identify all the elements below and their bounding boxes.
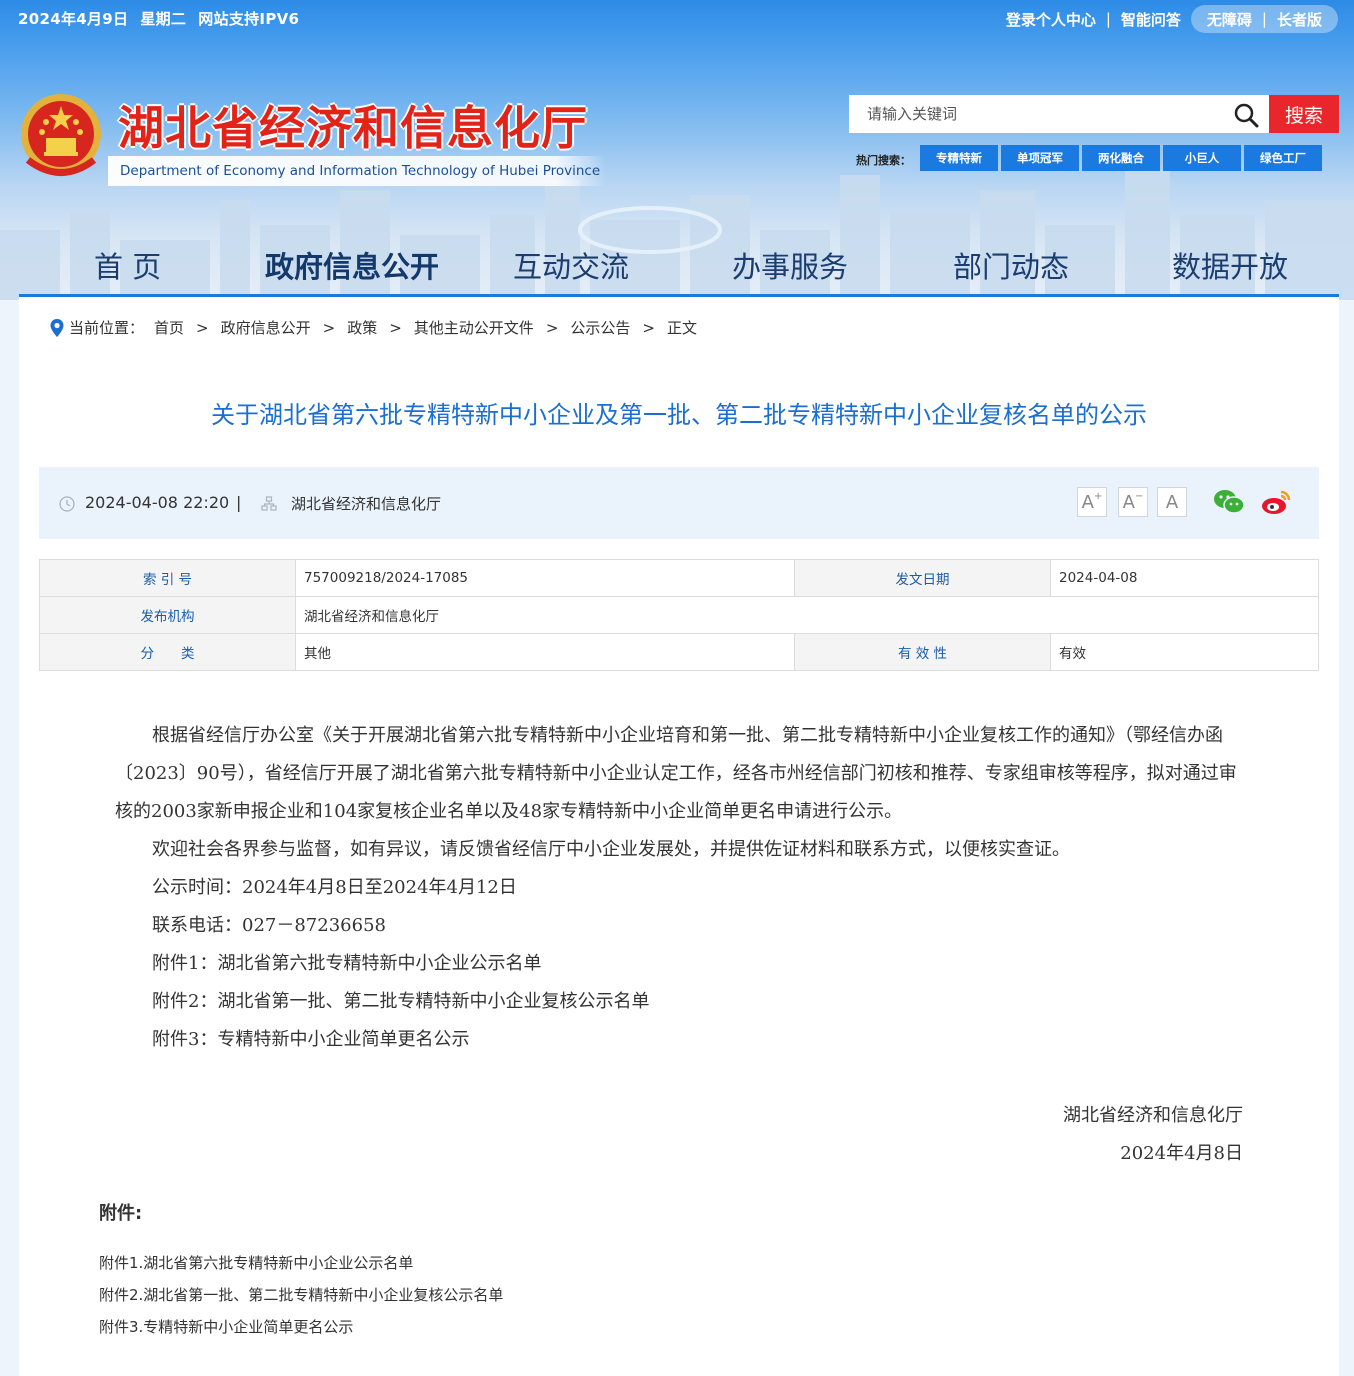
table-row: 索 引 号 757009218/2024-17085 发文日期 2024-04-… (39, 559, 1319, 597)
breadcrumb-notices[interactable]: 公示公告 (570, 317, 630, 338)
search-button[interactable]: 搜索 (1269, 95, 1339, 133)
wechat-share-icon[interactable] (1212, 485, 1246, 519)
body-paragraph: 联系电话：027－87236658 (152, 915, 386, 936)
divider: | (1261, 10, 1267, 28)
plus-icon: + (1093, 490, 1103, 502)
publisher-value: 湖北省经济和信息化厅 (295, 596, 1319, 634)
breadcrumb-label: 当前位置： (69, 319, 145, 337)
nav-services[interactable]: 办事服务 (732, 244, 848, 286)
font-increase-button[interactable]: A + (1077, 487, 1107, 517)
index-label: 索 引 号 (39, 559, 296, 597)
nav-interaction[interactable]: 互动交流 (513, 244, 629, 286)
index-value: 757009218/2024-17085 (295, 559, 795, 597)
category-label: 分 类 (39, 633, 296, 671)
site-subtitle: Department of Economy and Information Te… (120, 163, 601, 179)
weibo-share-icon[interactable] (1259, 485, 1293, 519)
publish-source: 湖北省经济和信息化厅 (291, 495, 442, 513)
ipv6-notice: 网站支持IPV6 (198, 10, 300, 28)
document-info-table: 索 引 号 757009218/2024-17085 发文日期 2024-04-… (39, 559, 1319, 671)
organization-icon (261, 496, 277, 511)
breadcrumb-other-files[interactable]: 其他主动公开文件 (414, 317, 534, 338)
breadcrumb-separator: > (196, 318, 209, 337)
signature-date: 2024年4月8日 (1120, 1143, 1243, 1164)
breadcrumb: 当前位置： 首页 > 政府信息公开 > 政策 > 其他主动公开文件 > 公示公告… (49, 317, 697, 338)
nav-open-data[interactable]: 数据开放 (1172, 244, 1288, 286)
breadcrumb-home[interactable]: 首页 (154, 317, 184, 338)
divider: | (236, 493, 242, 512)
main-content: 当前位置： 首页 > 政府信息公开 > 政策 > 其他主动公开文件 > 公示公告… (19, 297, 1339, 1376)
body-paragraph: 附件3：专精特新中小企业简单更名公示 (152, 1029, 470, 1050)
category-value: 其他 (295, 633, 795, 671)
breadcrumb-current[interactable]: 正文 (667, 317, 697, 338)
attachment-link-1[interactable]: 附件1.湖北省第六批专精特新中小企业公示名单 (99, 1252, 413, 1273)
hot-tag-champion[interactable]: 单项冠军 (1001, 145, 1079, 171)
smart-qa-link[interactable]: 智能问答 (1121, 9, 1181, 30)
article-meta-bar: 2024-04-08 22:20 | 湖北省经济和信息化厅 A + A − A (39, 467, 1319, 539)
table-row: 发布机构 湖北省经济和信息化厅 (39, 596, 1319, 634)
font-decrease-button[interactable]: A − (1118, 487, 1148, 517)
publisher-label: 发布机构 (39, 596, 296, 634)
minus-icon: − (1134, 490, 1144, 502)
attachment-link-2[interactable]: 附件2.湖北省第一批、第二批专精特新中小企业复核公示名单 (99, 1284, 503, 1305)
attachments-heading: 附件: (99, 1203, 143, 1224)
breadcrumb-separator: > (389, 318, 402, 337)
article-title: 关于湖北省第六批专精特新中小企业及第一批、第二批专精特新中小企业复核名单的公示 (211, 401, 1147, 429)
breadcrumb-separator: > (322, 318, 336, 337)
breadcrumb-separator: > (545, 318, 559, 337)
accessibility-link[interactable]: 无障碍 (1207, 9, 1252, 30)
breadcrumb-policy[interactable]: 政策 (347, 317, 377, 338)
nav-department-news[interactable]: 部门动态 (953, 244, 1069, 286)
body-paragraph: 附件2：湖北省第一批、第二批专精特新中小企业复核公示名单 (152, 991, 650, 1012)
national-emblem-icon (21, 94, 101, 176)
issue-date-value: 2024-04-08 (1050, 559, 1319, 597)
body-paragraph: 附件1：湖北省第六批专精特新中小企业公示名单 (152, 953, 542, 974)
attachment-link-3[interactable]: 附件3.专精特新中小企业简单更名公示 (99, 1316, 353, 1337)
breadcrumb-gov-info[interactable]: 政府信息公开 (221, 317, 311, 338)
divider: | (1105, 10, 1111, 28)
issue-date-label: 发文日期 (794, 559, 1051, 597)
main-nav: 首 页 政府信息公开 互动交流 办事服务 部门动态 数据开放 (19, 238, 1339, 294)
breadcrumb-separator: > (642, 318, 655, 337)
hot-tag-green-factory[interactable]: 绿色工厂 (1244, 145, 1322, 171)
nav-gov-info[interactable]: 政府信息公开 (265, 244, 439, 286)
hot-search-label: 热门搜索： (856, 154, 911, 167)
font-reset-button[interactable]: A (1157, 487, 1187, 517)
body-paragraph: 根据省经信厅办公室《关于开展湖北省第六批专精特新中小企业培育和第一批、第二批专精… (115, 725, 1237, 822)
article-body: 根据省经信厅办公室《关于开展湖北省第六批专精特新中小企业培育和第一批、第二批专精… (115, 717, 1245, 1059)
validity-value: 有效 (1050, 633, 1319, 671)
current-date: 2024年4月9日 (18, 10, 129, 28)
hot-tag-specialized[interactable]: 专精特新 (920, 145, 998, 171)
clock-icon (59, 496, 75, 512)
nav-home[interactable]: 首 页 (94, 244, 161, 286)
site-title[interactable]: 湖北省经济和信息化厅 (118, 92, 588, 158)
table-row: 分 类 其他 有 效 性 有效 (39, 633, 1319, 671)
signature-org: 湖北省经济和信息化厅 (1063, 1105, 1243, 1126)
topbar-date-info: 2024年4月9日 星期二 网站支持IPV6 (18, 8, 311, 29)
hot-tag-little-giant[interactable]: 小巨人 (1163, 145, 1241, 171)
font-reset-label: A (1165, 491, 1179, 513)
body-paragraph: 公示时间：2024年4月8日至2024年4月12日 (152, 877, 517, 898)
hot-search-tags: 专精特新 单项冠军 两化融合 小巨人 绿色工厂 (920, 145, 1325, 171)
topbar-links: 登录个人中心 | 智能问答 无障碍 | 长者版 (1006, 5, 1338, 33)
hot-tag-integration[interactable]: 两化融合 (1082, 145, 1160, 171)
search-input[interactable] (849, 95, 1269, 133)
login-link[interactable]: 登录个人中心 (1006, 9, 1096, 30)
weekday: 星期二 (140, 10, 187, 28)
publish-datetime: 2024-04-08 22:20 (85, 493, 230, 512)
validity-label: 有 效 性 (794, 633, 1051, 671)
body-paragraph: 欢迎社会各界参与监督，如有异议，请反馈省经信厅中小企业发展处，并提供佐证材料和联… (152, 839, 1070, 860)
font-increase-label: A (1081, 491, 1094, 513)
location-pin-icon (50, 318, 64, 337)
elder-mode-link[interactable]: 长者版 (1277, 9, 1322, 30)
accessibility-pill: 无障碍 | 长者版 (1190, 5, 1338, 33)
search-icon[interactable] (1232, 101, 1260, 129)
font-decrease-label: A (1122, 491, 1135, 513)
